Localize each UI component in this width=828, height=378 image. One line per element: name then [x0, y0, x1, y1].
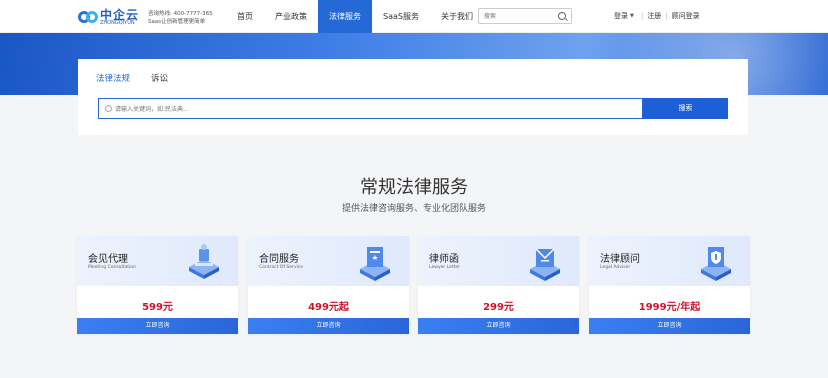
section-title: 常规法律服务 — [360, 177, 468, 198]
card-english-title: Lawyer Letter — [429, 265, 461, 270]
nav-item-industry-policy[interactable]: 产业政策 — [264, 0, 318, 33]
card-title: 合同服务 — [259, 254, 299, 265]
card-price: 499元起 — [308, 302, 349, 313]
nav-item-about-us[interactable]: 关于我们 — [430, 0, 484, 33]
nav-item-home[interactable]: 首页 — [226, 0, 264, 33]
logo-mark-icon — [78, 8, 98, 26]
site-logo[interactable]: 中企云 ZHONGQIYUN — [78, 6, 144, 28]
card-price: 599元 — [142, 302, 173, 313]
hotline-text: 咨询热线: 400-7777-365 — [148, 11, 213, 17]
search-icon[interactable] — [558, 12, 566, 20]
letter-illustration-icon — [530, 248, 560, 281]
top-navbar: 中企云 ZHONGQIYUN 咨询热线: 400-7777-365 Saas让创… — [0, 0, 828, 33]
service-card-lawyer-letter: 律师函 Lawyer Letter 299元 立即咨询 — [418, 236, 579, 334]
card-english-title: Meeting Consultation — [88, 265, 136, 270]
register-link[interactable]: 注册 — [647, 11, 661, 21]
main-nav: 首页 产业政策 法律服务 SaaS服务 关于我们 — [226, 0, 484, 33]
tab-laws-regulations[interactable]: 法律法规 — [96, 72, 130, 84]
nav-item-legal-services[interactable]: 法律服务 — [318, 0, 372, 33]
search-icon — [105, 105, 112, 112]
legal-search-panel: 法律法规 诉讼 搜索 — [78, 59, 748, 135]
contract-illustration-icon — [360, 247, 390, 281]
card-english-title: Contract Of Service — [259, 265, 303, 270]
header-search-input[interactable] — [484, 11, 554, 21]
header-search — [478, 8, 572, 24]
advisor-login-link[interactable]: 顾问登录 — [672, 11, 700, 21]
user-links: 登录 ▼ | 注册 | 顾问登录 — [614, 11, 700, 21]
service-card-contract: 合同服务 Contract Of Service 499元起 立即咨询 — [248, 236, 409, 334]
card-price: 1999元/年起 — [638, 302, 701, 313]
card-english-title: Legal Adviser — [600, 265, 631, 270]
service-card-meeting: 会见代理 Meeting Consultation 599元 立即咨询 — [77, 236, 238, 334]
adviser-illustration-icon — [701, 247, 731, 281]
card-header: 合同服务 Contract Of Service — [248, 236, 409, 286]
divider: | — [640, 12, 644, 20]
search-button[interactable]: 搜索 — [643, 98, 728, 119]
legal-search-input[interactable] — [115, 103, 515, 115]
slogan-text: Saas让创新管理更简单 — [148, 19, 206, 25]
meeting-illustration-icon — [189, 244, 219, 279]
card-header: 律师函 Lawyer Letter — [418, 236, 579, 286]
section-subtitle: 提供法律咨询服务、专业化团队服务 — [341, 204, 486, 214]
logo-english-name: ZHONGQIYUN — [100, 20, 135, 26]
service-card-legal-adviser: 法律顾问 Legal Adviser 1999元/年起 立即咨询 — [589, 236, 750, 334]
tab-litigation[interactable]: 诉讼 — [151, 72, 168, 84]
login-link[interactable]: 登录 — [614, 11, 628, 21]
consult-button[interactable]: 立即咨询 — [248, 318, 409, 334]
consult-button[interactable]: 立即咨询 — [589, 318, 750, 334]
consult-button[interactable]: 立即咨询 — [77, 318, 238, 334]
consult-button[interactable]: 立即咨询 — [418, 318, 579, 334]
hotline-info: 咨询热线: 400-7777-365 Saas让创新管理更简单 — [148, 10, 213, 26]
card-title: 律师函 — [429, 254, 459, 265]
card-header: 会见代理 Meeting Consultation — [77, 236, 238, 286]
chevron-down-icon[interactable]: ▼ — [630, 13, 634, 19]
card-price: 299元 — [483, 302, 514, 313]
legal-search-field — [98, 98, 643, 119]
card-title: 法律顾问 — [600, 254, 640, 265]
nav-item-saas-services[interactable]: SaaS服务 — [372, 0, 430, 33]
card-header: 法律顾问 Legal Adviser — [589, 236, 750, 286]
divider: | — [665, 12, 668, 20]
card-title: 会见代理 — [88, 254, 128, 265]
